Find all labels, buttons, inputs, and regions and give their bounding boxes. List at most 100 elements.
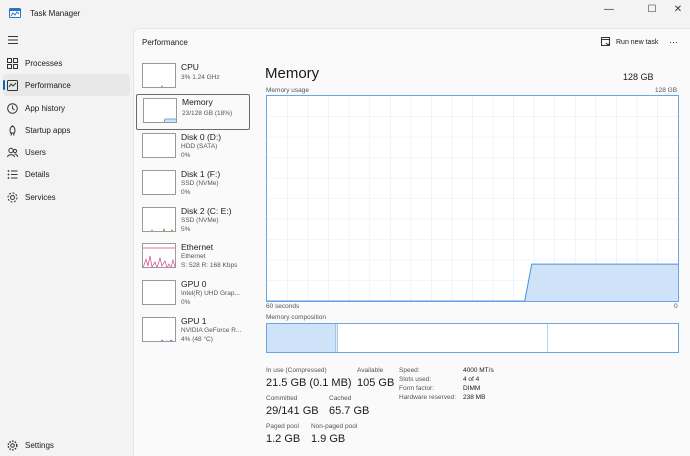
device-thumbnail bbox=[143, 98, 177, 123]
device-item-ethernet[interactable]: Ethernet Ethernet S: 528 R: 168 Kbps bbox=[136, 240, 250, 276]
users-icon bbox=[6, 146, 18, 158]
device-item-cpu[interactable]: CPU 3% 1.24 GHz bbox=[136, 60, 250, 96]
nav-label: Startup apps bbox=[25, 125, 71, 135]
device-item-disk-1[interactable]: Disk 1 (F:) SSD (NVMe) 0% bbox=[136, 167, 250, 203]
slots-used-label: Slots used: bbox=[399, 376, 432, 383]
paged-pool-value: 1.2 GB bbox=[266, 433, 301, 445]
run-task-icon bbox=[601, 37, 611, 46]
close-button[interactable]: ✕ bbox=[666, 2, 690, 16]
nav-item-services[interactable]: Services bbox=[0, 186, 130, 208]
form-factor-value: DIMM bbox=[463, 385, 481, 392]
device-name: GPU 1 bbox=[181, 316, 207, 326]
device-item-memory[interactable]: Memory 23/128 GB (18%) bbox=[136, 94, 250, 130]
hamburger-menu-icon[interactable] bbox=[7, 35, 19, 45]
device-thumbnail bbox=[142, 170, 176, 195]
device-thumbnail bbox=[142, 207, 176, 232]
graph-time-span-label: 60 seconds bbox=[266, 303, 300, 310]
composition-in-use-segment bbox=[267, 324, 337, 352]
device-thumbnail bbox=[142, 63, 176, 88]
device-detail: 3% 1.24 GHz bbox=[181, 74, 220, 81]
memory-usage-max: 128 GB bbox=[655, 87, 678, 94]
device-usage: 4% (48 °C) bbox=[181, 336, 213, 343]
device-name: Ethernet bbox=[181, 242, 214, 252]
memory-composition-bar bbox=[266, 323, 679, 353]
device-name: Disk 1 (F:) bbox=[181, 169, 221, 179]
device-detail: NVIDIA GeForce R... bbox=[181, 327, 242, 334]
hardware-reserved-label: Hardware reserved: bbox=[399, 394, 457, 401]
nav-label: Services bbox=[25, 192, 56, 202]
startup-apps-icon bbox=[6, 124, 18, 136]
device-throughput: S: 528 R: 168 Kbps bbox=[181, 262, 238, 269]
device-usage: 0% bbox=[181, 152, 191, 159]
main-panel: Performance Run new task ··· CPU 3% 1.24… bbox=[133, 28, 690, 456]
device-name: Disk 2 (C: E:) bbox=[181, 206, 232, 216]
app-history-icon bbox=[6, 102, 18, 114]
nav-label: Performance bbox=[25, 80, 71, 90]
nav-item-performance[interactable]: Performance bbox=[3, 74, 130, 96]
hardware-reserved-value: 238 MB bbox=[463, 394, 486, 401]
device-usage: 0% bbox=[181, 299, 191, 306]
device-usage: 5% bbox=[181, 226, 191, 233]
device-usage: 0% bbox=[181, 189, 191, 196]
processes-icon bbox=[6, 57, 18, 69]
device-name: CPU bbox=[181, 62, 199, 72]
device-detail: Ethernet bbox=[181, 253, 206, 260]
cached-value: 65.7 GB bbox=[329, 405, 370, 417]
nav-item-startup-apps[interactable]: Startup apps bbox=[0, 119, 130, 141]
device-detail: Intel(R) UHD Grap... bbox=[181, 290, 240, 297]
available-value: 105 GB bbox=[357, 377, 395, 389]
device-name: Disk 0 (D:) bbox=[181, 132, 222, 142]
device-detail: SSD (NVMe) bbox=[181, 217, 219, 224]
nav-item-app-history[interactable]: App history bbox=[0, 97, 130, 119]
committed-value: 29/141 GB bbox=[266, 405, 319, 417]
form-factor-label: Form factor: bbox=[399, 385, 435, 392]
cached-label: Cached bbox=[329, 395, 352, 402]
nav-item-details[interactable]: Details bbox=[0, 163, 130, 185]
device-thumbnail bbox=[142, 280, 176, 305]
device-detail: 23/128 GB (18%) bbox=[182, 110, 233, 117]
details-icon bbox=[6, 168, 18, 180]
window-title: Task Manager bbox=[30, 9, 81, 18]
device-thumbnail bbox=[142, 133, 176, 158]
services-icon bbox=[6, 191, 18, 203]
device-detail: HDD (SATA) bbox=[181, 143, 218, 150]
nav-item-settings[interactable]: Settings bbox=[0, 434, 130, 456]
nav-item-users[interactable]: Users bbox=[0, 141, 130, 163]
nav-label: App history bbox=[25, 103, 66, 113]
device-item-disk-0[interactable]: Disk 0 (D:) HDD (SATA) 0% bbox=[136, 130, 250, 166]
memory-usage-chart bbox=[267, 96, 678, 301]
more-options-button[interactable]: ··· bbox=[669, 37, 678, 47]
maximize-button[interactable]: ☐ bbox=[640, 2, 664, 16]
memory-composition-chart bbox=[267, 324, 678, 352]
device-thumbnail bbox=[142, 243, 176, 268]
memory-usage-graph bbox=[266, 95, 679, 302]
device-item-disk-2[interactable]: Disk 2 (C: E:) SSD (NVMe) 5% bbox=[136, 204, 250, 240]
nav-label: Processes bbox=[25, 58, 63, 68]
non-paged-pool-value: 1.9 GB bbox=[311, 433, 346, 445]
run-new-task-label: Run new task bbox=[616, 38, 659, 46]
page-title: Performance bbox=[142, 38, 188, 47]
device-item-gpu-1[interactable]: GPU 1 NVIDIA GeForce R... 4% (48 °C) bbox=[136, 314, 250, 350]
memory-composition-label: Memory composition bbox=[266, 314, 326, 321]
memory-total: 128 GB bbox=[623, 72, 654, 82]
performance-icon bbox=[6, 79, 18, 91]
non-paged-pool-label: Non-paged pool bbox=[311, 423, 358, 430]
speed-label: Speed: bbox=[399, 367, 420, 374]
in-use-label: In use (Compressed) bbox=[266, 367, 327, 374]
nav-label: Users bbox=[25, 147, 46, 157]
task-manager-app-icon bbox=[9, 8, 21, 18]
device-name: Memory bbox=[182, 97, 213, 107]
speed-value: 4000 MT/s bbox=[463, 367, 494, 374]
committed-label: Committed bbox=[266, 395, 298, 402]
device-name: GPU 0 bbox=[181, 279, 207, 289]
memory-usage-label: Memory usage bbox=[266, 87, 309, 94]
device-thumbnail bbox=[142, 317, 176, 342]
minimize-button[interactable]: — bbox=[597, 2, 621, 16]
page-header: Performance Run new task ··· bbox=[134, 29, 690, 57]
composition-free-segment bbox=[547, 324, 678, 352]
device-detail: SSD (NVMe) bbox=[181, 180, 219, 187]
settings-gear-icon bbox=[6, 439, 18, 451]
device-item-gpu-0[interactable]: GPU 0 Intel(R) UHD Grap... 0% bbox=[136, 277, 250, 313]
run-new-task-button[interactable]: Run new task bbox=[601, 37, 658, 47]
nav-item-processes[interactable]: Processes bbox=[0, 52, 130, 74]
